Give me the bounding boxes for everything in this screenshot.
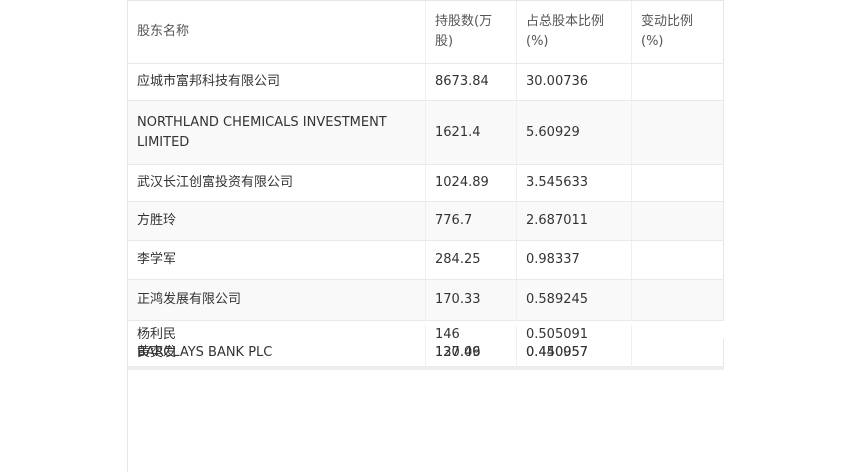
cell-ratio: 0.440957 [517, 339, 632, 367]
cell-shares: 127.46 [426, 339, 517, 367]
cell-name: 黄奕发 [128, 339, 426, 367]
cell-name: 正鸿发展有限公司 [128, 280, 426, 320]
cell-ratio: 5.60929 [517, 101, 632, 164]
table-row: 黄奕发 127.46 0.440957 [128, 321, 724, 367]
cell-ratio: 0.98337 [517, 241, 632, 279]
table-row: 方胜玲 776.7 2.687011 [128, 202, 724, 241]
table-row: 应城市富邦科技有限公司 8673.84 30.00736 [128, 64, 724, 101]
cell-shares: 8673.84 [426, 64, 517, 100]
cell-name: 应城市富邦科技有限公司 [128, 64, 426, 100]
table-row: NORTHLAND CHEMICALS INVESTMENT LIMITED 1… [128, 101, 724, 165]
cell-shares: 284.25 [426, 241, 517, 279]
cell-name: 李学军 [128, 241, 426, 279]
header-name: 股东名称 [128, 1, 426, 63]
cell-ratio: 30.00736 [517, 64, 632, 100]
header-shares: 持股数(万股) [426, 1, 517, 63]
cell-ratio: 2.687011 [517, 202, 632, 240]
cell-name: NORTHLAND CHEMICALS INVESTMENT LIMITED [128, 101, 426, 164]
cell-change [632, 101, 724, 164]
cell-change [632, 165, 724, 201]
shareholder-table: 股东名称 持股数(万股) 占总股本比例(%) 变动比例(%) 应城市富邦科技有限… [128, 0, 724, 370]
table-bottom-border [128, 367, 724, 370]
cell-change [632, 280, 724, 320]
cell-name: 方胜玲 [128, 202, 426, 240]
header-change: 变动比例(%) [632, 1, 724, 63]
cell-ratio: 0.589245 [517, 280, 632, 320]
cell-ratio: 3.545633 [517, 165, 632, 201]
header-ratio: 占总股本比例(%) [517, 1, 632, 63]
cell-change [632, 64, 724, 100]
table-header: 股东名称 持股数(万股) 占总股本比例(%) 变动比例(%) [128, 1, 724, 64]
cell-shares: 1621.4 [426, 101, 517, 164]
cell-change [632, 241, 724, 279]
cell-shares: 776.7 [426, 202, 517, 240]
overlapping-rows: 杨利民 146 0.505091 BARCLAYS BANK PLC 130.0… [128, 321, 724, 367]
table-row: 李学军 284.25 0.98337 [128, 241, 724, 280]
cell-shares: 1024.89 [426, 165, 517, 201]
table-row: 正鸿发展有限公司 170.33 0.589245 [128, 280, 724, 321]
cell-change [632, 202, 724, 240]
shareholder-panel: 股东名称 持股数(万股) 占总股本比例(%) 变动比例(%) 应城市富邦科技有限… [127, 0, 724, 472]
cell-name: 武汉长江创富投资有限公司 [128, 165, 426, 201]
cell-shares: 170.33 [426, 280, 517, 320]
table-row: 武汉长江创富投资有限公司 1024.89 3.545633 [128, 165, 724, 202]
cell-change [632, 339, 724, 367]
